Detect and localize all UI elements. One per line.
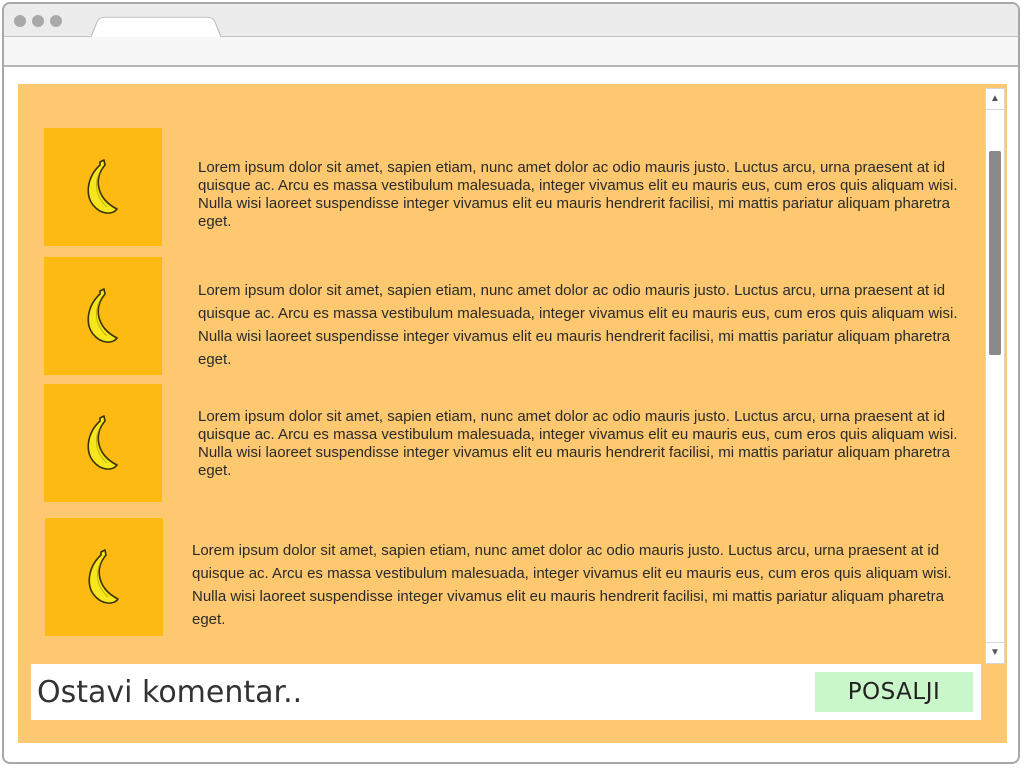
comment-input[interactable]: [37, 672, 737, 712]
banana-icon: [88, 549, 119, 604]
scroll-thumb[interactable]: [989, 151, 1001, 355]
page-content: Lorem ipsum dolor sit amet, sapien etiam…: [18, 84, 1007, 743]
send-button[interactable]: POSALJI: [815, 672, 973, 712]
window-control-dot[interactable]: [50, 15, 62, 27]
window-control-dot[interactable]: [14, 15, 26, 27]
banana-icon: [87, 288, 118, 343]
item-text: Lorem ipsum dolor sit amet, sapien etiam…: [198, 408, 958, 479]
banana-icon: [87, 415, 118, 470]
address-bar[interactable]: [4, 37, 1018, 67]
thumbnail: [44, 384, 162, 502]
thumbnail: [45, 518, 163, 636]
comment-bar: POSALJI: [31, 664, 981, 720]
browser-window: Lorem ipsum dolor sit amet, sapien etiam…: [2, 2, 1020, 764]
item-text: Lorem ipsum dolor sit amet, sapien etiam…: [192, 542, 952, 628]
thumbnail: [44, 257, 162, 375]
title-bar: [4, 4, 1018, 38]
item-text: Lorem ipsum dolor sit amet, sapien etiam…: [198, 282, 958, 368]
scroll-up-arrow-icon[interactable]: ▲: [986, 89, 1004, 110]
vertical-scrollbar[interactable]: ▲ ▼: [985, 88, 1005, 664]
scroll-down-arrow-icon[interactable]: ▼: [986, 642, 1004, 663]
browser-tab[interactable]: [90, 16, 222, 38]
thumbnail: [44, 128, 162, 246]
banana-icon: [87, 159, 118, 214]
window-control-dot[interactable]: [32, 15, 44, 27]
item-text: Lorem ipsum dolor sit amet, sapien etiam…: [198, 159, 958, 230]
